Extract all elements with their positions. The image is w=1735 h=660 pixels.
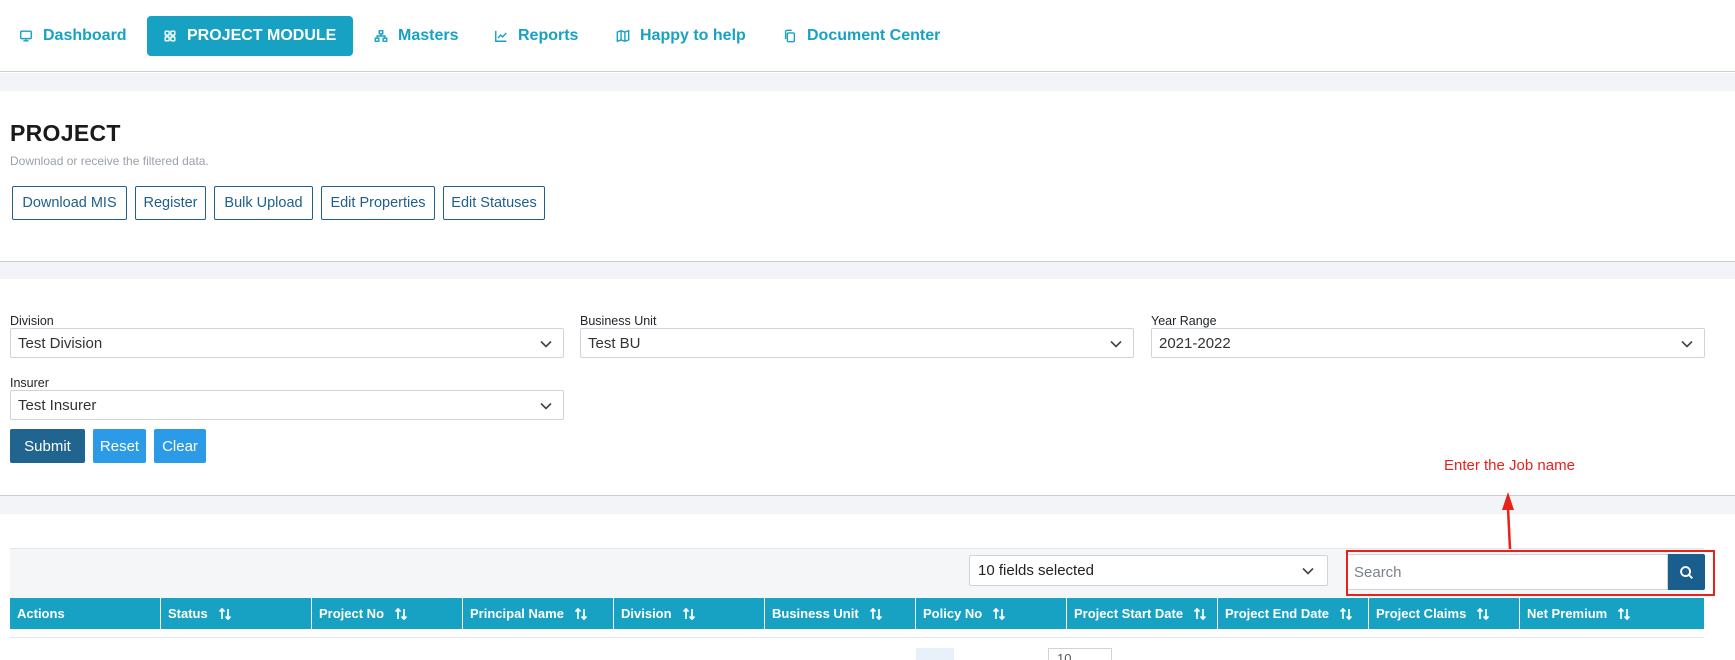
sort-icon <box>1339 607 1353 620</box>
edit-properties-button[interactable]: Edit Properties <box>321 186 435 220</box>
nav-project-module-label: PROJECT MODULE <box>187 27 337 44</box>
division-label: Division <box>10 314 54 328</box>
sort-icon <box>869 607 882 620</box>
nav-happy-to-help[interactable]: Happy to help <box>616 16 746 56</box>
column-header-project-start-date[interactable]: Project Start Date <box>1067 598 1218 629</box>
bulk-upload-button[interactable]: Bulk Upload <box>214 186 313 220</box>
column-header-project-end-date[interactable]: Project End Date <box>1218 598 1369 629</box>
register-button[interactable]: Register <box>135 186 206 220</box>
nav-reports-label: Reports <box>518 27 579 44</box>
column-header-label: Net Premium <box>1527 606 1608 621</box>
column-header-label: Status <box>168 606 208 621</box>
nav-project-module[interactable]: PROJECT MODULE <box>147 16 353 56</box>
nav-document-center-label: Document Center <box>807 27 941 44</box>
column-header-label: Actions <box>17 606 65 621</box>
page-size-select[interactable]: 10 <box>1048 648 1112 660</box>
download-mis-button[interactable]: Download MIS <box>12 186 127 220</box>
edit-statuses-button[interactable]: Edit Statuses <box>443 186 545 220</box>
column-fields-select[interactable]: 10 fields selected <box>969 555 1328 586</box>
column-header-label: Project Start Date <box>1074 606 1184 621</box>
nav-happy-to-help-label: Happy to help <box>640 27 746 44</box>
column-header-business-unit[interactable]: Business Unit <box>765 598 916 629</box>
sort-icon <box>1618 607 1631 620</box>
page-subtitle: Download or receive the filtered data. <box>10 154 209 168</box>
sort-icon <box>574 607 588 620</box>
map-icon <box>616 29 630 43</box>
section-divider <box>0 73 1735 91</box>
year-range-label: Year Range <box>1151 314 1217 328</box>
column-header-label: Business Unit <box>772 606 859 621</box>
monitor-icon <box>20 30 32 42</box>
column-header-division[interactable]: Division <box>614 598 765 629</box>
year-range-value: 2021-2022 <box>1159 334 1231 352</box>
clear-button[interactable]: Clear <box>154 429 206 463</box>
column-header-label: Policy No <box>923 606 983 621</box>
business-unit-select[interactable]: Test BU <box>580 328 1134 358</box>
chart-line-icon <box>495 30 507 42</box>
search-input[interactable] <box>1346 554 1668 590</box>
chevron-down-icon <box>1680 337 1694 351</box>
chevron-down-icon <box>1109 337 1123 351</box>
nav-dashboard[interactable]: Dashboard <box>19 16 127 56</box>
pagination-current-page[interactable] <box>916 648 954 660</box>
column-header-actions: Actions <box>10 598 161 629</box>
reset-button[interactable]: Reset <box>93 429 146 463</box>
column-header-status[interactable]: Status <box>161 598 312 629</box>
search-icon <box>1680 565 1693 579</box>
column-header-principal-name[interactable]: Principal Name <box>463 598 614 629</box>
sitemap-icon <box>374 30 388 42</box>
column-header-label: Project End Date <box>1225 606 1330 621</box>
sort-icon <box>218 607 231 620</box>
table-body-divider <box>10 637 1704 638</box>
column-header-label: Division <box>621 606 672 621</box>
copy-icon <box>784 29 796 43</box>
business-unit-value: Test BU <box>588 334 641 352</box>
nav-masters-label: Masters <box>398 27 459 44</box>
insurer-select[interactable]: Test Insurer <box>10 390 564 420</box>
sort-icon <box>1193 607 1207 620</box>
insurer-label: Insurer <box>10 376 49 390</box>
column-header-net-premium[interactable]: Net Premium <box>1520 598 1704 629</box>
fields-selected-value: 10 fields selected <box>978 562 1094 579</box>
sort-icon <box>394 607 408 620</box>
division-select[interactable]: Test Division <box>10 328 564 358</box>
section-divider <box>0 261 1735 279</box>
column-header-label: Principal Name <box>470 606 564 621</box>
submit-button[interactable]: Submit <box>10 429 85 463</box>
nav-dashboard-label: Dashboard <box>43 27 127 44</box>
column-header-policy-no[interactable]: Policy No <box>916 598 1067 629</box>
column-header-label: Project Claims <box>1376 606 1467 621</box>
sort-icon <box>993 607 1006 620</box>
table-header: Actions Status Project No Principal Name Div… <box>10 598 1704 629</box>
grid-icon <box>164 30 176 42</box>
chevron-down-icon <box>539 399 553 413</box>
top-navigation: Dashboard PROJECT MODULE Masters Reports… <box>0 0 1735 72</box>
column-header-label: Project No <box>319 606 385 621</box>
sort-icon <box>682 607 695 620</box>
search-button[interactable] <box>1668 554 1705 590</box>
business-unit-label: Business Unit <box>580 314 657 328</box>
insurer-value: Test Insurer <box>18 396 97 414</box>
page-title: PROJECT <box>10 120 121 146</box>
annotation-text: Enter the Job name <box>1444 457 1575 474</box>
nav-document-center[interactable]: Document Center <box>783 16 940 56</box>
division-value: Test Division <box>18 334 103 352</box>
chevron-down-icon <box>1301 564 1315 582</box>
chevron-down-icon <box>539 337 553 351</box>
column-header-project-no[interactable]: Project No <box>312 598 463 629</box>
nav-reports[interactable]: Reports <box>494 16 578 56</box>
section-divider <box>0 495 1735 514</box>
nav-masters[interactable]: Masters <box>374 16 458 56</box>
year-range-select[interactable]: 2021-2022 <box>1151 328 1705 358</box>
sort-icon <box>1477 607 1490 620</box>
column-header-project-claims[interactable]: Project Claims <box>1369 598 1520 629</box>
